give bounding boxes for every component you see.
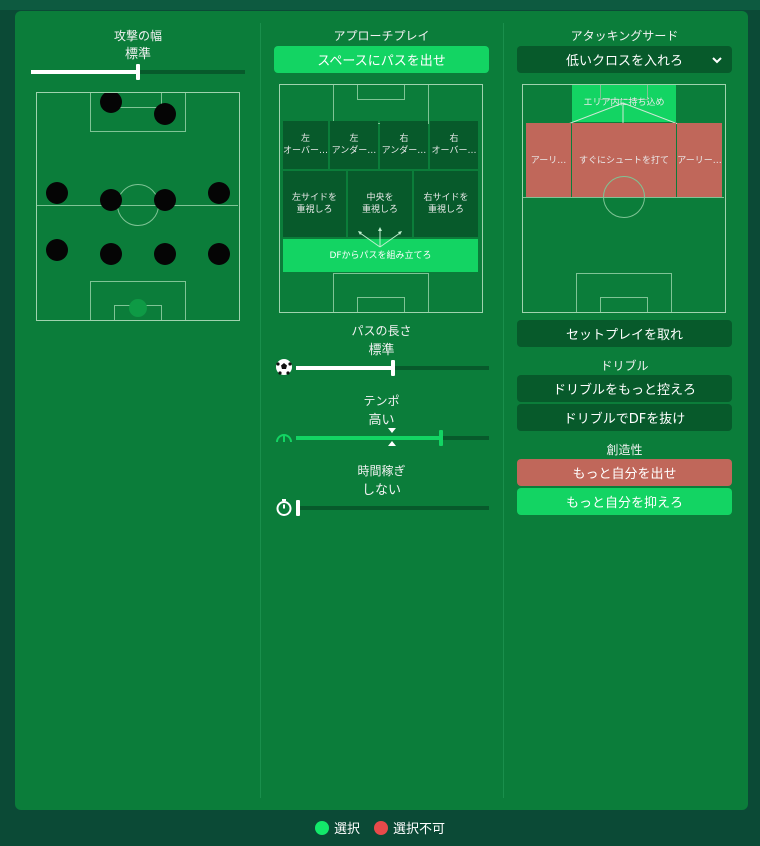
legend-unavailable-label: 選択不可 [393, 822, 446, 837]
player-marker [154, 243, 176, 265]
be-more-disciplined-button[interactable]: もっと自分を抑えろ [517, 488, 732, 515]
player-marker [100, 93, 122, 113]
unavailable-dot-icon [374, 820, 388, 835]
crossing-dropdown-value: 低いクロスを入れろ [565, 54, 683, 69]
player-marker [100, 243, 122, 265]
goalkeeper-marker [129, 299, 147, 317]
player-marker [154, 189, 176, 211]
dribble-less-button[interactable]: ドリブルをもっと控えろ [517, 375, 732, 402]
selected-dot-icon [314, 820, 329, 835]
approach-title: アプローチプレイ [333, 29, 430, 43]
pass-length-value: 標準 [368, 343, 395, 358]
column-divider [503, 23, 504, 798]
pitch-center-circle [603, 176, 645, 218]
zone-early-cross-right[interactable]: アーリー… [677, 123, 722, 198]
approach-pitch: 左 オーバー… 左 アンダー… 右 アンダー… 右 オーバー… 左サイドを 重視… [279, 84, 483, 313]
zone-right-overlap[interactable]: 右 オーバー… [430, 121, 478, 169]
zone-left-underlap[interactable]: 左 アンダー… [330, 121, 378, 169]
time-wasting-value: しない [361, 483, 401, 498]
crossing-dropdown[interactable]: 低いクロスを入れろ [517, 46, 732, 73]
legend-selected-label: 選択 [333, 822, 360, 837]
player-marker [208, 243, 230, 265]
final-third-title: アタッキングサード [570, 29, 679, 43]
zone-early-cross-left[interactable]: アーリ… [526, 123, 571, 198]
pass-length-title: パスの長さ [351, 324, 412, 338]
dribbling-title: ドリブル [600, 359, 649, 373]
time-wasting-title: 時間稼ぎ [357, 464, 406, 478]
zone-left-overlap[interactable]: 左 オーバー… [283, 121, 328, 169]
time-wasting-slider-track[interactable] [296, 506, 489, 510]
chevron-down-icon[interactable] [712, 55, 722, 65]
width-slider-fill [31, 70, 138, 74]
tempo-default-marker-icon [388, 428, 396, 446]
final-third-pitch: エリア内に持ち込め アーリ… すぐにシュートを打て アーリー… [522, 84, 726, 313]
player-marker [208, 182, 230, 204]
speedometer-icon [276, 434, 292, 443]
pass-length-slider-handle[interactable] [391, 360, 395, 376]
column-divider [260, 23, 261, 798]
width-slider-handle[interactable] [136, 64, 140, 80]
legend-unavailable: 選択不可 [374, 818, 445, 837]
pitch-goal-area-top [357, 85, 405, 100]
zone-focus-left[interactable]: 左サイドを 重視しろ [283, 171, 346, 237]
pass-arrows-icon [358, 227, 402, 248]
soccer-ball-icon [276, 359, 292, 375]
stopwatch-icon [276, 499, 292, 516]
tactics-panel: 攻撃の幅 標準 アプローチプレイ スペースにパスを出せ 左 オーバー… 左 アン… [15, 11, 748, 810]
player-marker [46, 182, 68, 204]
time-wasting-slider-handle[interactable] [296, 500, 300, 516]
top-strip [0, 0, 760, 10]
tempo-slider-handle[interactable] [439, 430, 443, 446]
pass-length-slider-fill [296, 366, 393, 370]
width-title: 攻撃の幅 [113, 29, 162, 43]
creativity-title: 創造性 [606, 443, 643, 457]
legend-selected: 選択 [314, 818, 360, 837]
legend: 選択 選択不可 [0, 818, 760, 837]
width-value: 標準 [124, 47, 151, 62]
tempo-title: テンポ [363, 394, 400, 408]
player-marker [100, 189, 122, 211]
player-marker [46, 239, 68, 261]
tempo-value: 高い [368, 413, 395, 428]
express-yourself-button[interactable]: もっと自分を出せ [517, 459, 732, 486]
formation-pitch [36, 92, 240, 321]
pass-into-space-button[interactable]: スペースにパスを出せ [274, 46, 489, 73]
tempo-slider-fill [296, 436, 441, 440]
run-at-defence-button[interactable]: ドリブルでDFを抜け [517, 404, 732, 431]
pitch-center-circle [117, 184, 159, 226]
pitch-goal-area-bottom [600, 297, 648, 312]
pitch-goal-area-bottom [357, 297, 405, 312]
player-marker [154, 103, 176, 125]
zone-focus-right[interactable]: 右サイドを 重視しろ [414, 171, 478, 237]
set-pieces-button[interactable]: セットプレイを取れ [517, 320, 732, 347]
zone-right-underlap[interactable]: 右 アンダー… [380, 121, 428, 169]
